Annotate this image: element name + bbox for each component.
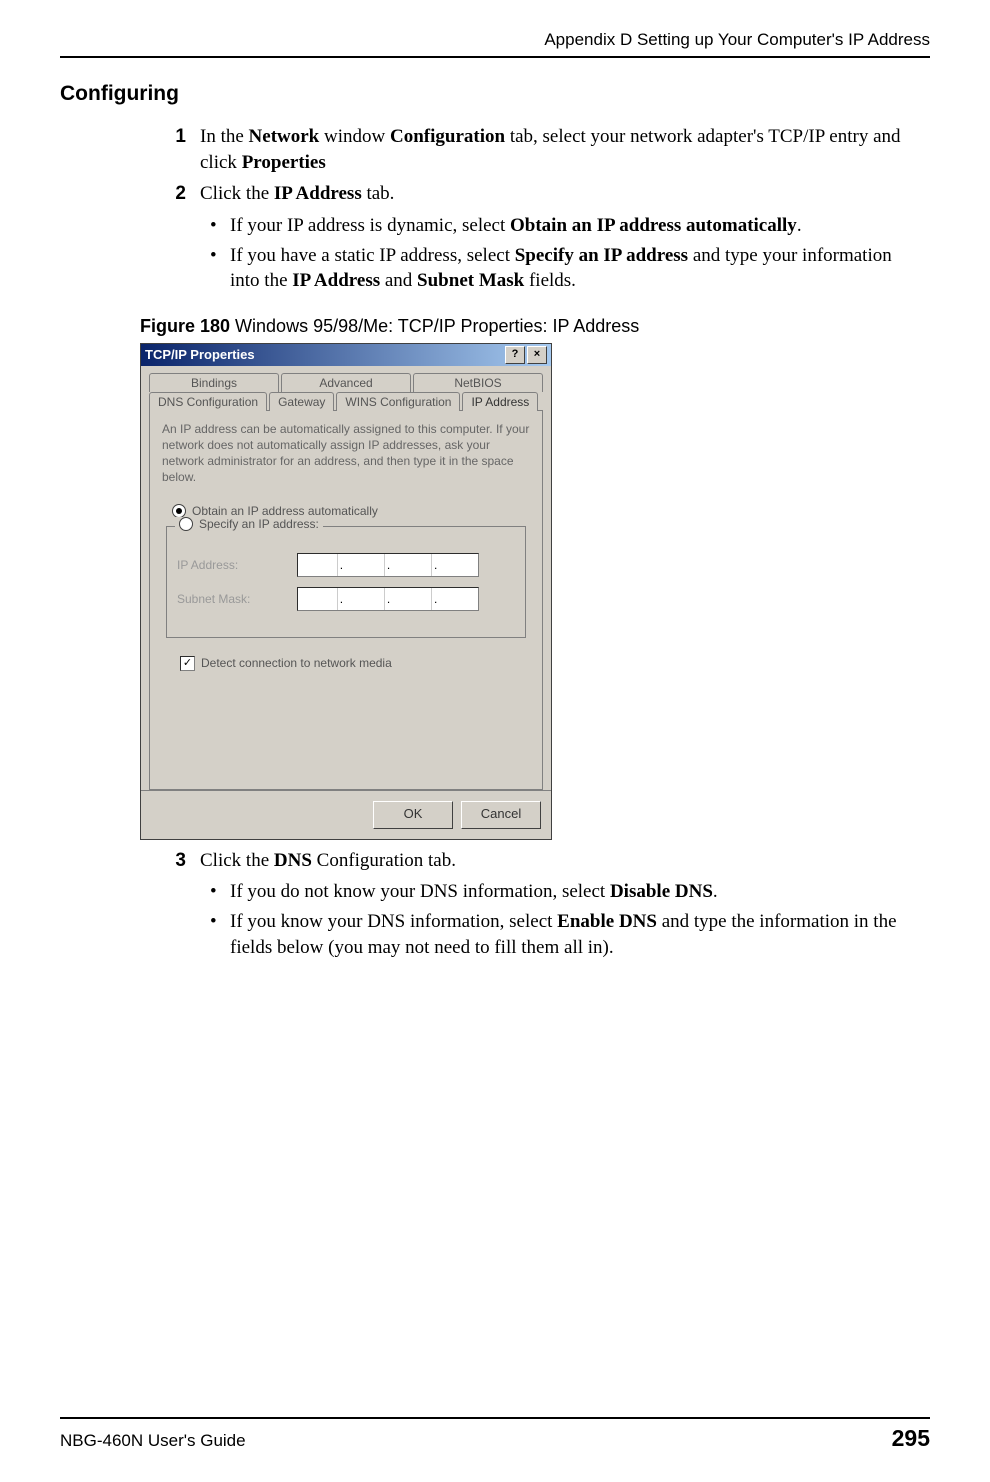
step-body: In the Network window Configuration tab,…: [200, 124, 910, 175]
panel-description: An IP address can be automatically assig…: [162, 421, 530, 486]
radio-icon[interactable]: [172, 504, 186, 518]
bullet-dot: •: [210, 213, 220, 239]
section-heading: Configuring: [60, 82, 930, 106]
subnet-mask-input[interactable]: . . .: [297, 587, 479, 611]
bullet: • If your IP address is dynamic, select …: [210, 213, 910, 239]
ip-address-input[interactable]: . . .: [297, 553, 479, 577]
step-2: 2 Click the IP Address tab.: [170, 181, 910, 207]
bullet-dot: •: [210, 879, 220, 905]
tab-gateway[interactable]: Gateway: [269, 392, 334, 411]
bullet: • If you do not know your DNS informatio…: [210, 879, 910, 905]
radio-label: Obtain an IP address automatically: [192, 504, 378, 518]
dialog-title: TCP/IP Properties: [145, 347, 255, 362]
radio-obtain-auto[interactable]: Obtain an IP address automatically: [172, 504, 530, 518]
step-num: 1: [170, 124, 186, 175]
tab-row-front: DNS Configuration Gateway WINS Configura…: [149, 391, 543, 410]
help-icon[interactable]: ?: [505, 346, 525, 364]
step-3: 3 Click the DNS Configuration tab.: [170, 848, 910, 874]
footer-guide-name: NBG-460N User's Guide: [60, 1431, 246, 1451]
checkbox-label: Detect connection to network media: [201, 656, 392, 670]
tcpip-dialog: TCP/IP Properties ? × Bindings Advanced …: [140, 343, 552, 840]
step-body: Click the DNS Configuration tab.: [200, 848, 910, 874]
label-subnet-mask: Subnet Mask:: [177, 592, 287, 606]
radio-specify-ip[interactable]: Specify an IP address:: [175, 517, 323, 531]
bullet: • If you have a static IP address, selec…: [210, 243, 910, 294]
ok-button[interactable]: OK: [373, 801, 453, 829]
tab-panel: An IP address can be automatically assig…: [149, 410, 543, 790]
tab-ip-address[interactable]: IP Address: [462, 392, 538, 411]
bullet-dot: •: [210, 909, 220, 960]
page-footer: NBG-460N User's Guide 295: [60, 1417, 930, 1452]
bullet-dot: •: [210, 243, 220, 294]
tab-dns-configuration[interactable]: DNS Configuration: [149, 392, 267, 411]
tab-row-back: Bindings Advanced NetBIOS: [149, 372, 543, 391]
page-number: 295: [892, 1425, 930, 1452]
tab-netbios[interactable]: NetBIOS: [413, 373, 543, 392]
radio-label: Specify an IP address:: [199, 517, 319, 531]
step-num: 3: [170, 848, 186, 874]
tab-advanced[interactable]: Advanced: [281, 373, 411, 392]
cancel-button[interactable]: Cancel: [461, 801, 541, 829]
step-num: 2: [170, 181, 186, 207]
header-rule: [60, 56, 930, 58]
checkbox-icon[interactable]: ✓: [180, 656, 195, 671]
figure-caption: Figure 180 Windows 95/98/Me: TCP/IP Prop…: [140, 316, 930, 337]
dialog-buttons: OK Cancel: [141, 790, 551, 839]
tab-bindings[interactable]: Bindings: [149, 373, 279, 392]
bullet: • If you know your DNS information, sele…: [210, 909, 910, 960]
running-head: Appendix D Setting up Your Computer's IP…: [60, 30, 930, 56]
tab-wins-configuration[interactable]: WINS Configuration: [336, 392, 460, 411]
specify-ip-group: Specify an IP address: IP Address: . . .: [166, 526, 526, 638]
checkbox-detect-media[interactable]: ✓ Detect connection to network media: [180, 656, 530, 671]
titlebar[interactable]: TCP/IP Properties ? ×: [141, 344, 551, 366]
label-ip-address: IP Address:: [177, 558, 287, 572]
step-body: Click the IP Address tab.: [200, 181, 910, 207]
close-icon[interactable]: ×: [527, 346, 547, 364]
footer-rule: [60, 1417, 930, 1419]
radio-icon[interactable]: [179, 517, 193, 531]
step-1: 1 In the Network window Configuration ta…: [170, 124, 910, 175]
